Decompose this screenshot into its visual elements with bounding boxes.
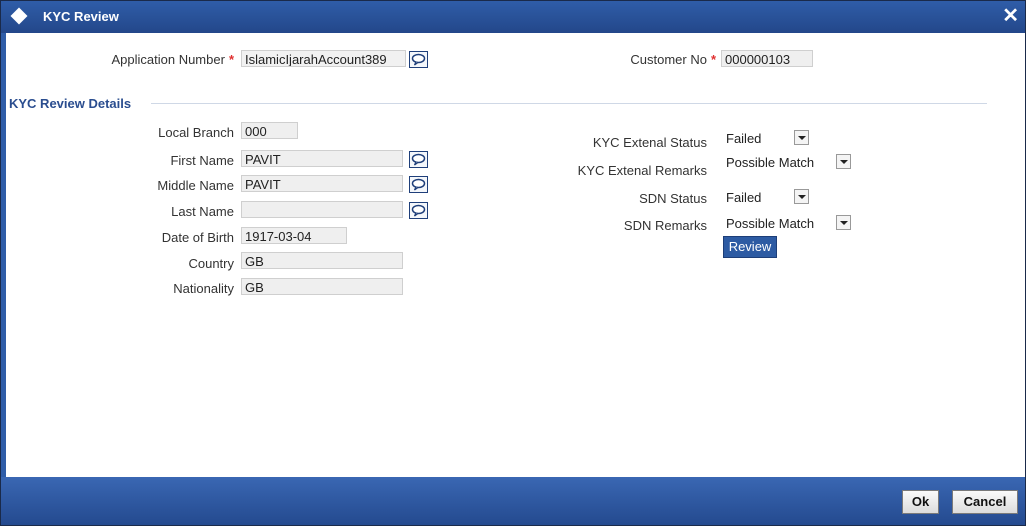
date-of-birth-label: Date of Birth [161,230,234,245]
nationality-field[interactable]: GB [241,278,403,295]
first-name-lov-button[interactable] [409,151,428,168]
kyc-external-status-value: Failed [726,130,762,146]
footer-bar: Ok Cancel [1,477,1025,525]
diamond-icon [10,7,28,25]
last-name-field[interactable] [241,201,403,218]
section-divider [151,103,987,104]
country-label: Country [188,256,234,271]
application-number-label: Application Number * [111,52,234,67]
kyc-external-status-select[interactable]: Failed [723,129,809,147]
chevron-down-icon[interactable] [836,154,851,169]
sdn-remarks-value: Possible Match [726,215,815,231]
last-name-label: Last Name [171,204,234,219]
speech-bubble-icon [411,204,426,217]
kyc-external-status-label: KYC Extenal Status [592,135,707,150]
local-branch-field[interactable]: 000 [241,122,298,139]
first-name-field[interactable]: PAVIT [241,150,403,167]
chevron-down-icon[interactable] [794,130,809,145]
sdn-status-select[interactable]: Failed [723,188,809,206]
application-number-lov-button[interactable] [409,51,428,68]
speech-bubble-icon [411,153,426,166]
sdn-remarks-select[interactable]: Possible Match [723,214,851,232]
kyc-external-remarks-label: KYC Extenal Remarks [577,163,707,178]
chevron-down-icon[interactable] [794,189,809,204]
customer-no-label: Customer No * [630,52,716,67]
ok-button[interactable]: Ok [902,490,939,514]
middle-name-lov-button[interactable] [409,176,428,193]
speech-bubble-icon [411,53,426,66]
speech-bubble-icon [411,178,426,191]
close-icon[interactable]: ✕ [1002,4,1019,28]
section-title: KYC Review Details [9,96,132,111]
left-border [1,33,6,477]
cancel-button[interactable]: Cancel [952,490,1018,514]
sdn-status-label: SDN Status [639,191,707,206]
review-button[interactable]: Review [723,236,777,258]
last-name-lov-button[interactable] [409,202,428,219]
sdn-status-value: Failed [726,189,762,205]
middle-name-label: Middle Name [157,178,234,193]
title-bar: KYC Review ✕ [1,1,1025,33]
first-name-label: First Name [170,153,234,168]
date-of-birth-field[interactable]: 1917-03-04 [241,227,347,244]
country-field[interactable]: GB [241,252,403,269]
kyc-external-remarks-value: Possible Match [726,154,815,170]
kyc-review-window: KYC Review ✕ Application Number * Islamic… [0,0,1026,526]
nationality-label: Nationality [173,281,234,296]
middle-name-field[interactable]: PAVIT [241,175,403,192]
application-number-field[interactable]: IslamicIjarahAccount389 [241,50,406,67]
local-branch-label: Local Branch [158,125,234,140]
window-title: KYC Review [43,9,119,24]
sdn-remarks-label: SDN Remarks [623,218,707,233]
kyc-external-remarks-select[interactable]: Possible Match [723,153,851,171]
chevron-down-icon[interactable] [836,215,851,230]
customer-no-field[interactable]: 000000103 [721,50,813,67]
